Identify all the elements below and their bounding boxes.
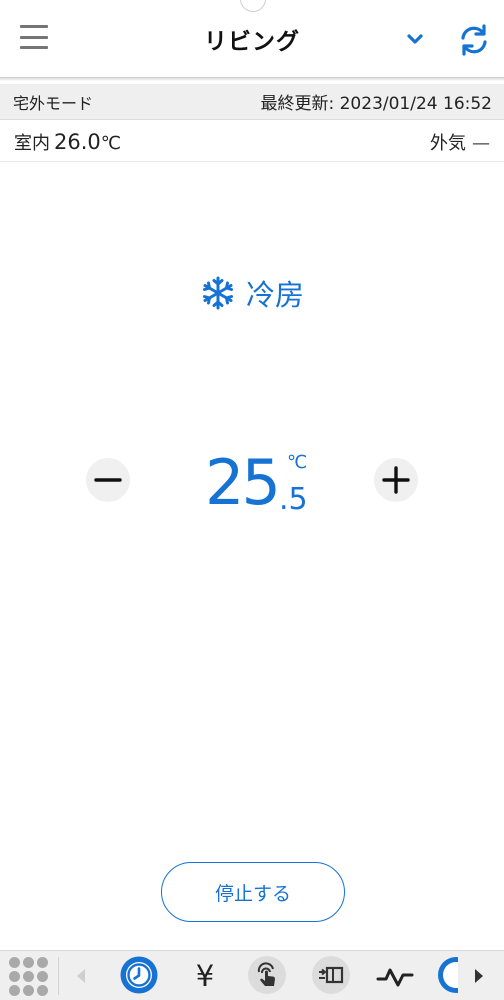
app-header: リビング xyxy=(0,0,504,81)
menu-button[interactable] xyxy=(20,25,48,49)
yen-icon: ¥ xyxy=(195,959,215,993)
scroll-left-button[interactable] xyxy=(70,961,92,991)
status-bar: 宅外モード 最終更新: 2023/01/24 16:52 xyxy=(0,84,504,120)
increase-temp-button[interactable] xyxy=(374,458,418,502)
outdoor-temperature: 外気 — xyxy=(430,129,490,155)
indoor-value: 26.0 xyxy=(54,129,101,154)
room-dropdown-button[interactable] xyxy=(400,26,430,54)
room-title[interactable]: リビング xyxy=(204,22,300,56)
decrease-temp-button[interactable] xyxy=(86,458,130,502)
menu-icon-bar xyxy=(20,25,48,28)
away-mode-label: 宅外モード xyxy=(13,93,94,113)
snowflake-icon xyxy=(202,276,233,310)
display-icon xyxy=(312,956,350,994)
apps-grid-button[interactable] xyxy=(6,956,50,996)
plus-icon xyxy=(382,466,410,494)
stop-button[interactable]: 停止する xyxy=(161,862,345,922)
chevron-down-icon xyxy=(407,34,423,44)
temperature-control: 25 .5 ℃ xyxy=(0,440,504,530)
toolbar-divider xyxy=(58,957,59,995)
temperature-row: 室内 26.0 ℃ 外気 — xyxy=(0,122,504,162)
next-toolbar-button[interactable] xyxy=(436,955,458,995)
scroll-right-button[interactable] xyxy=(468,961,490,991)
refresh-button[interactable] xyxy=(456,22,492,58)
indoor-unit: ℃ xyxy=(100,132,121,154)
arrow-left-icon xyxy=(77,969,85,983)
mode-label: 冷房 xyxy=(245,278,304,312)
outdoor-label: 外気 xyxy=(430,132,466,154)
outdoor-value: — xyxy=(472,132,490,154)
last-updated: 最終更新: 2023/01/24 16:52 xyxy=(260,94,492,114)
refresh-icon xyxy=(461,24,487,56)
timer-icon xyxy=(120,956,158,994)
setpoint-decimal: .5 xyxy=(279,482,308,517)
menu-icon-bar xyxy=(20,46,48,49)
minus-icon xyxy=(94,478,122,482)
arrow-right-icon xyxy=(475,969,483,983)
bottom-toolbar: ¥ xyxy=(0,950,504,1000)
indoor-temperature: 室内 26.0 ℃ xyxy=(14,129,121,155)
cost-button[interactable]: ¥ xyxy=(185,956,225,996)
activity-button[interactable] xyxy=(375,956,415,996)
setpoint-integer: 25 xyxy=(205,446,281,519)
timer-button[interactable] xyxy=(119,955,159,995)
menu-icon-bar xyxy=(20,35,48,39)
grid-icon xyxy=(8,956,48,996)
setpoint-temperature: 25 .5 ℃ xyxy=(205,446,325,526)
touch-control-button[interactable] xyxy=(247,955,287,995)
setpoint-unit: ℃ xyxy=(287,452,308,473)
top-handle xyxy=(240,0,266,12)
touch-icon xyxy=(248,956,286,994)
indoor-label: 室内 xyxy=(14,132,50,154)
operation-mode[interactable]: 冷房 xyxy=(0,268,504,318)
partial-circle-icon xyxy=(438,957,458,993)
pulse-icon xyxy=(376,968,414,987)
display-button[interactable] xyxy=(311,955,351,995)
